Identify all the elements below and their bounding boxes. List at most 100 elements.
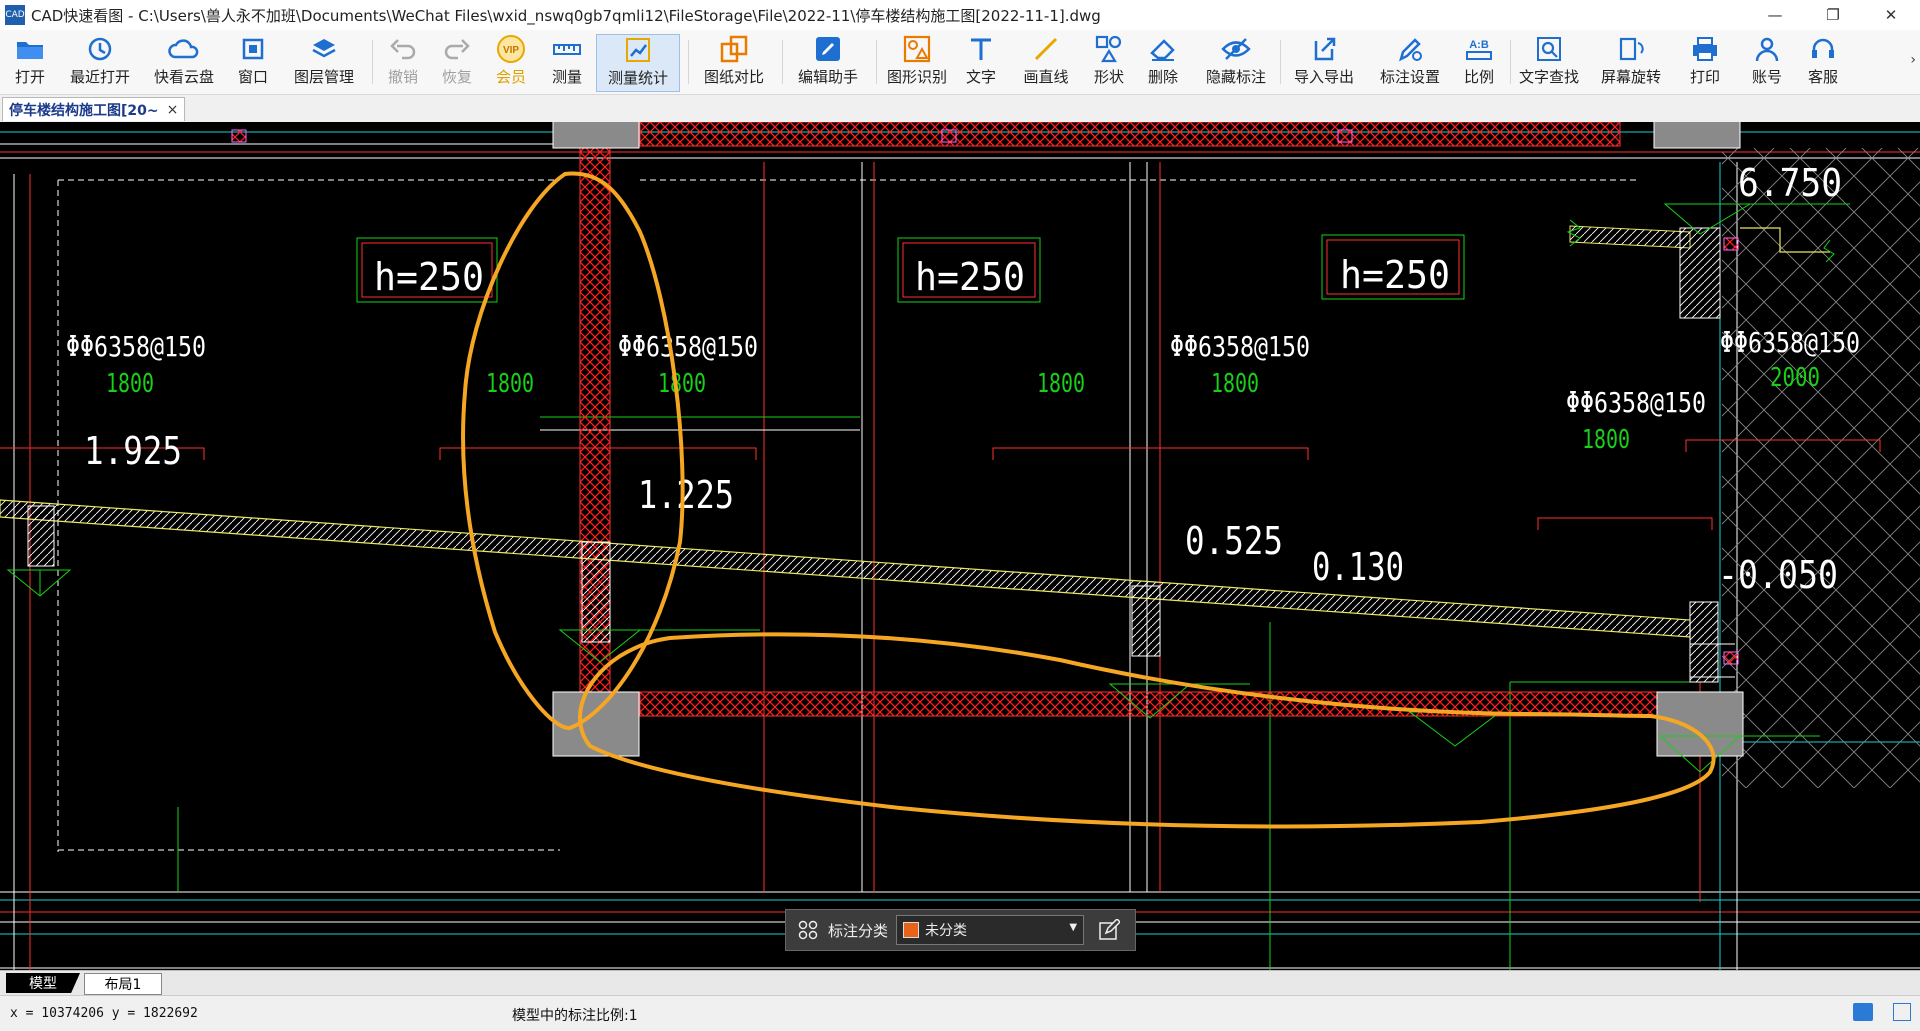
shape-recog-button[interactable]: 图形识别 <box>884 34 950 90</box>
annotation-category-bar: 标注分类 未分类 ▼ <box>785 909 1136 951</box>
chart-stats-icon <box>624 35 652 65</box>
elevation-label: 1.925 <box>84 429 182 473</box>
dim-label: 2000 <box>1770 363 1820 393</box>
cloud-button[interactable]: 快看云盘 <box>146 34 222 90</box>
dim-label: 1800 <box>106 369 154 399</box>
layers-button[interactable]: 图层管理 <box>286 34 362 90</box>
main-toolbar: 打开 最近打开 快看云盘 窗口 图层管理 撤销 恢复 VIP 会员 测量 测量统… <box>0 30 1920 95</box>
svg-text:A:B: A:B <box>1469 39 1489 51</box>
undo-button[interactable]: 撤销 <box>380 34 426 90</box>
window-icon <box>240 34 266 64</box>
elevation-label: 6.750 <box>1738 161 1842 205</box>
elevation-label: 0.130 <box>1312 545 1404 589</box>
ann-settings-button[interactable]: 标注设置 <box>1372 34 1448 90</box>
print-button[interactable]: 打印 <box>1682 34 1728 90</box>
cloud-icon <box>167 34 201 64</box>
tab-layout1[interactable]: 布局1 <box>84 973 162 995</box>
app-logo-icon: CAD <box>5 5 25 25</box>
elevation-label: 1.225 <box>638 473 734 517</box>
edit-cad-icon <box>813 34 843 64</box>
open-button[interactable]: 打开 <box>6 34 54 90</box>
recent-button[interactable]: 最近打开 <box>62 34 138 90</box>
top-beam-hatch <box>639 122 1621 147</box>
svg-text:VIP: VIP <box>503 45 519 56</box>
headset-icon <box>1809 34 1837 64</box>
columns <box>552 122 1744 757</box>
elevation-label: 0.525 <box>1185 519 1283 563</box>
rebar-label: ΦΦ6358@150 <box>618 330 758 363</box>
service-button[interactable]: 客服 <box>1800 34 1846 90</box>
hide-ann-button[interactable]: 隐藏标注 <box>1198 34 1274 90</box>
title-bar: CAD CAD快速看图 - C:\Users\兽人永不加班\Documents\… <box>0 0 1920 30</box>
annotation-scale-text: 模型中的标注比例:1 <box>512 1008 638 1024</box>
dim-label: 1800 <box>658 369 706 399</box>
annotation-category-select[interactable]: 未分类 ▼ <box>896 915 1085 945</box>
import-export-button[interactable]: 导入导出 <box>1286 34 1362 90</box>
layout-tabbar: 模型 布局1 <box>0 970 1920 995</box>
dim-label: 1800 <box>1037 369 1085 399</box>
drawing-canvas[interactable]: h=250 h=250 h=250 ΦΦ6358@150 ΦΦ6358@150 … <box>0 122 1920 970</box>
dim-label: 1800 <box>1211 369 1259 399</box>
text-search-button[interactable]: 文字查找 <box>1518 34 1580 90</box>
line-tool-button[interactable]: 画直线 <box>1018 34 1074 90</box>
ortho-toggle-icon[interactable] <box>1853 1003 1873 1021</box>
document-tab-label: 停车楼结构施工图[20~ <box>9 102 159 119</box>
rebar-label: ΦΦ6358@150 <box>1170 330 1310 363</box>
edit-helper-button[interactable]: 编辑助手 <box>790 34 866 90</box>
text-icon <box>967 34 995 64</box>
delete-button[interactable]: 删除 <box>1140 34 1186 90</box>
rebar-label: ΦΦ6358@150 <box>66 330 206 363</box>
rebar-label: ΦΦ6358@150 <box>1720 326 1860 359</box>
cursor-coordinates: x = 10374206 y = 1822692 <box>10 1006 198 1021</box>
slab-label: h=250 <box>1340 253 1450 297</box>
export-icon <box>1310 34 1338 64</box>
redo-icon <box>443 34 471 64</box>
shape-tool-button[interactable]: 形状 <box>1086 34 1132 90</box>
edit-category-icon[interactable] <box>1096 917 1122 943</box>
close-tab-icon[interactable]: × <box>167 102 179 118</box>
slab-label: h=250 <box>374 255 484 299</box>
dim-label: 1800 <box>486 369 534 399</box>
status-bar: x = 10374206 y = 1822692 模型中的标注比例:1 <box>0 995 1920 1031</box>
compare-button[interactable]: 图纸对比 <box>696 34 772 90</box>
eraser-icon <box>1148 34 1178 64</box>
measure-button[interactable]: 测量 <box>542 34 592 90</box>
rotate-screen-button[interactable]: 屏幕旋转 <box>1600 34 1662 90</box>
text-tool-button[interactable]: 文字 <box>958 34 1004 90</box>
vip-button[interactable]: VIP 会员 <box>488 34 534 90</box>
tab-model[interactable]: 模型 <box>6 973 80 993</box>
document-tabbar: 停车楼结构施工图[20~ × <box>0 95 1920 122</box>
measure-stats-button[interactable]: 测量统计 <box>596 34 680 92</box>
minimize-button[interactable]: — <box>1746 0 1804 30</box>
account-button[interactable]: 账号 <box>1744 34 1790 90</box>
shape-recognition-icon <box>902 34 932 64</box>
vip-icon: VIP <box>496 34 526 64</box>
folder-icon <box>15 34 45 64</box>
compare-icon <box>719 34 749 64</box>
search-text-icon <box>1535 34 1563 64</box>
document-tab[interactable]: 停车楼结构施工图[20~ × <box>2 97 186 121</box>
grid-icon[interactable] <box>796 918 820 942</box>
redo-button[interactable]: 恢复 <box>434 34 480 90</box>
line-icon <box>1032 34 1060 64</box>
history-icon <box>86 34 114 64</box>
ruler-icon <box>552 34 582 64</box>
panel-toggle-icon[interactable] <box>1893 1003 1911 1021</box>
shapes-icon <box>1094 34 1124 64</box>
printer-icon <box>1690 34 1720 64</box>
cad-drawing: h=250 h=250 h=250 ΦΦ6358@150 ΦΦ6358@150 … <box>0 122 1920 970</box>
scale-icon: A:B <box>1464 34 1494 64</box>
elevation-label: -0.050 <box>1718 553 1838 597</box>
close-button[interactable]: ✕ <box>1862 0 1920 30</box>
toolbar-overflow-icon[interactable]: › <box>1910 52 1916 68</box>
rebar-label: ΦΦ6358@150 <box>1566 386 1706 419</box>
window-menu-button[interactable]: 窗口 <box>230 34 276 90</box>
dim-label: 1800 <box>1582 425 1630 455</box>
scale-button[interactable]: A:B 比例 <box>1456 34 1502 90</box>
annotation-category-value: 未分类 <box>925 923 968 939</box>
chevron-down-icon: ▼ <box>1069 922 1078 933</box>
annotation-category-label: 标注分类 <box>828 921 889 940</box>
slab-label: h=250 <box>915 255 1025 299</box>
window-title: CAD快速看图 - C:\Users\兽人永不加班\Documents\WeCh… <box>31 6 1101 25</box>
restore-button[interactable]: ❐ <box>1804 0 1862 30</box>
